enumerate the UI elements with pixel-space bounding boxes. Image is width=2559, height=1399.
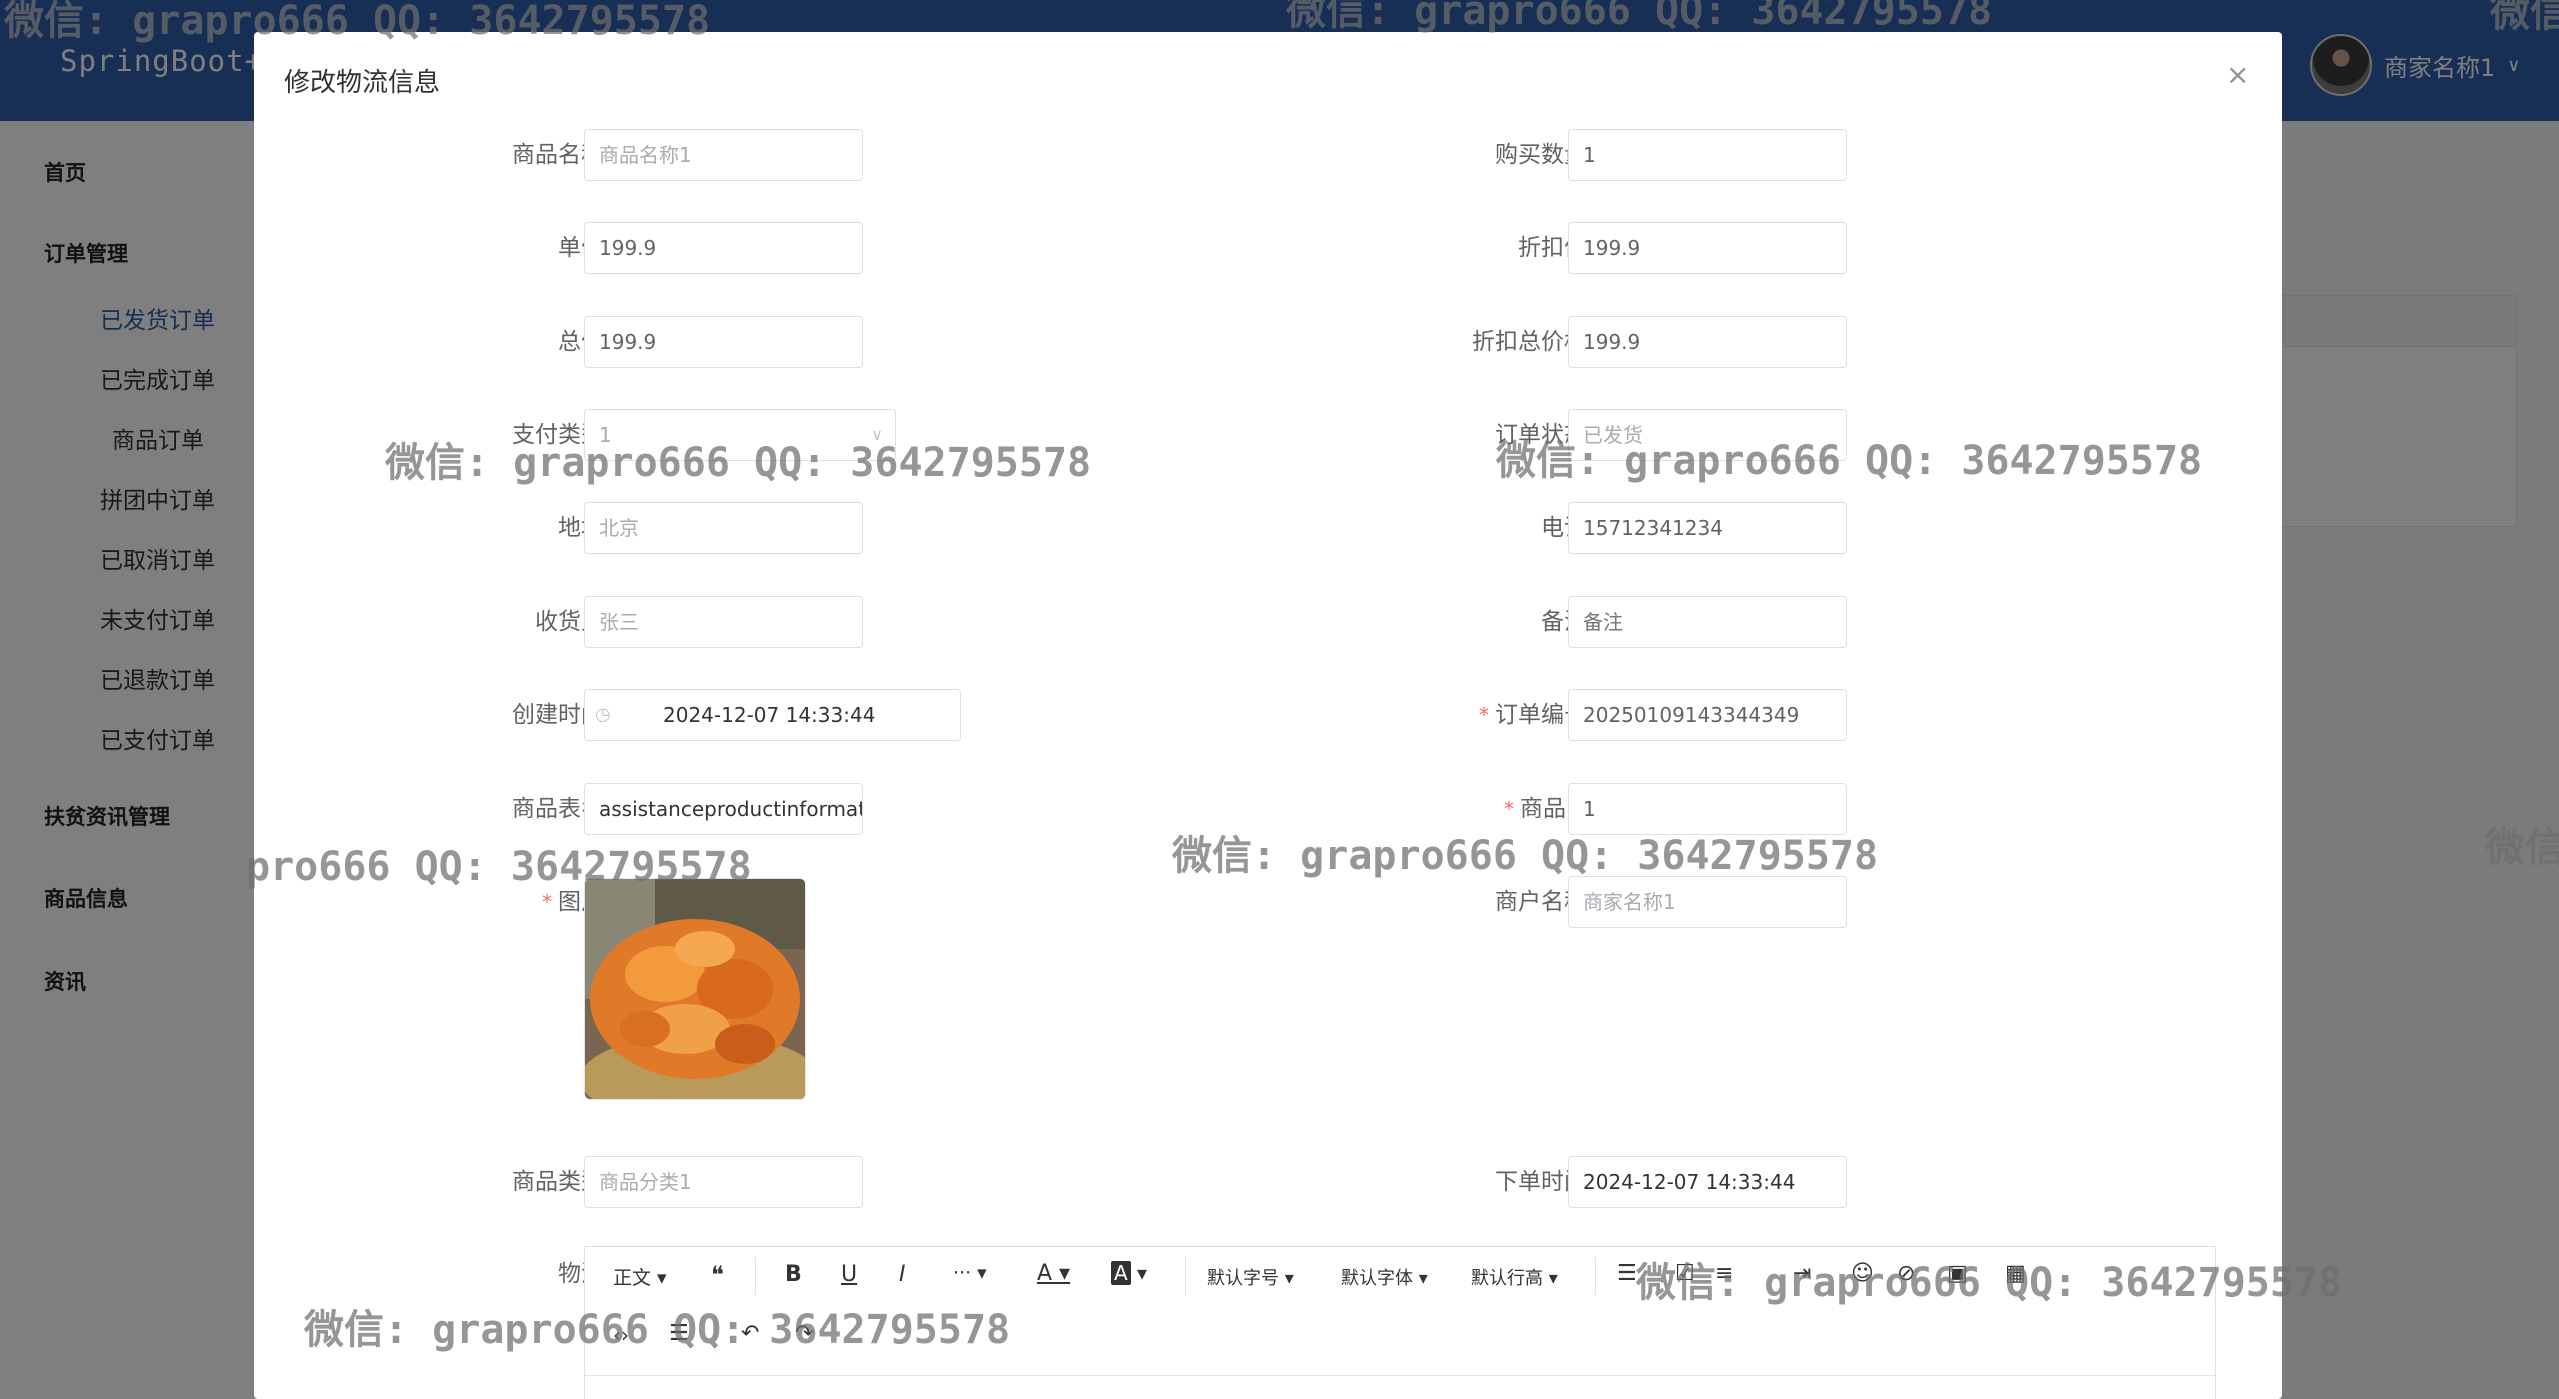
order-time-input[interactable]: 2024-12-07 14:33:44: [1568, 1156, 1847, 1208]
label-logistics: 物流: [558, 1261, 604, 1287]
required-mark: *: [1504, 797, 1514, 821]
order-status-input[interactable]: 已发货: [1568, 409, 1847, 461]
table-name-input[interactable]: assistanceproductinformat: [584, 783, 863, 835]
label-unit-price: 单价: [558, 235, 604, 261]
label-product-name: 商品名称: [512, 142, 604, 168]
align-icon[interactable]: ≡: [1715, 1261, 1733, 1286]
chevron-down-icon: ∨: [871, 425, 883, 444]
discount-price-input[interactable]: 199.9: [1568, 222, 1847, 274]
remark-input[interactable]: [1568, 596, 1847, 648]
italic-icon[interactable]: I: [899, 1262, 906, 1287]
label-order-no: * 订单编号: [1394, 695, 1587, 729]
font-size-select[interactable]: 默认字号 ▾: [1207, 1264, 1294, 1290]
label-create-time: 创建时间: [512, 702, 604, 728]
toolbar-divider: [1185, 1257, 1186, 1295]
font-family-label: 默认字体: [1341, 1268, 1413, 1289]
font-size-label: 默认字号: [1207, 1268, 1279, 1289]
undo-icon[interactable]: ↶: [741, 1321, 759, 1346]
close-icon[interactable]: ×: [2226, 58, 2249, 91]
toolbar-divider: [755, 1257, 756, 1295]
paragraph-label: 正文: [613, 1267, 652, 1289]
more-label: ···: [953, 1262, 972, 1284]
receiver-input[interactable]: 张三: [584, 596, 863, 648]
label-discount-price: 折扣价: [1518, 235, 1587, 261]
label-total-price: 总价: [558, 329, 604, 355]
product-image[interactable]: [584, 878, 806, 1100]
bold-icon[interactable]: B: [785, 1262, 802, 1287]
code-icon[interactable]: ‹›: [613, 1323, 629, 1347]
line-height-select[interactable]: 默认行高 ▾: [1471, 1264, 1558, 1290]
bg-color-icon[interactable]: A ▾: [1111, 1261, 1147, 1285]
emoji-icon[interactable]: ☺: [1851, 1261, 1874, 1286]
required-mark: *: [1479, 703, 1489, 727]
label-address: 地址: [558, 515, 604, 541]
font-color-label: A: [1037, 1261, 1053, 1286]
bullet-list-icon[interactable]: ☰: [1617, 1261, 1637, 1286]
label-phone: 电话: [1541, 515, 1587, 541]
label-order-status: 订单状态: [1495, 422, 1587, 448]
label-product-type: 商品类型: [512, 1169, 604, 1195]
required-mark: *: [542, 890, 552, 914]
image-icon[interactable]: ▣: [1947, 1261, 1968, 1286]
todo-icon[interactable]: ☑: [1675, 1261, 1695, 1286]
edit-logistics-dialog: 修改物流信息 × 商品名称 商品名称1 购买数量 1 单价 199.9 折扣价 …: [254, 32, 2282, 1399]
label-order-time: 下单时间: [1495, 1169, 1587, 1195]
label-pay-type: 支付类型: [512, 422, 604, 448]
paragraph-select[interactable]: 正文 ▾: [613, 1263, 667, 1290]
label-receiver: 收货人: [535, 609, 604, 635]
product-type-input[interactable]: 商品分类1: [584, 1156, 863, 1208]
merchant-name-input[interactable]: 商家名称1: [1568, 876, 1847, 928]
underline-icon[interactable]: U: [841, 1262, 857, 1287]
divider-line-icon[interactable]: ☰: [669, 1321, 689, 1346]
pay-type-select[interactable]: 1 ∨: [584, 409, 896, 461]
rich-text-editor[interactable]: 正文 ▾ ❝ B U I ··· ▾ A ▾ A ▾ 默认字号 ▾ 默认字体 ▾…: [584, 1246, 2216, 1399]
clock-icon: ◷: [595, 704, 611, 725]
create-time-value: 2024-12-07 14:33:44: [663, 703, 876, 727]
quote-icon[interactable]: ❝: [711, 1261, 724, 1289]
font-color-icon[interactable]: A ▾: [1037, 1261, 1070, 1286]
editor-divider: [585, 1375, 2215, 1376]
toolbar-divider: [715, 1315, 716, 1353]
quantity-input[interactable]: 1: [1568, 129, 1847, 181]
discount-total-input[interactable]: 199.9: [1568, 316, 1847, 368]
product-id-input[interactable]: 1: [1568, 783, 1847, 835]
label-product-id: * 商品id: [1394, 789, 1587, 823]
pay-type-value: 1: [599, 423, 612, 447]
line-height-label: 默认行高: [1471, 1268, 1543, 1289]
label-remark: 备注: [1541, 609, 1587, 635]
label-quantity: 购买数量: [1495, 142, 1587, 168]
dialog-title: 修改物流信息: [284, 68, 441, 98]
table-icon[interactable]: ▦: [2005, 1261, 2026, 1286]
address-input[interactable]: 北京: [584, 502, 863, 554]
create-time-picker[interactable]: ◷ 2024-12-07 14:33:44: [584, 689, 961, 741]
bg-color-label: A: [1111, 1261, 1131, 1285]
indent-icon[interactable]: ⇥: [1793, 1261, 1811, 1286]
editor-toolbar: 正文 ▾ ❝ B U I ··· ▾ A ▾ A ▾ 默认字号 ▾ 默认字体 ▾…: [585, 1247, 2215, 1307]
editor-toolbar-row2: ‹› ☰ ↶ ↷: [585, 1315, 2215, 1365]
order-no-input[interactable]: 20250109143344349: [1568, 689, 1847, 741]
redo-icon[interactable]: ↷: [795, 1321, 813, 1346]
label-merchant-name: 商户名称: [1495, 889, 1587, 915]
more-icon[interactable]: ··· ▾: [953, 1262, 987, 1284]
product-name-input[interactable]: 商品名称1: [584, 129, 863, 181]
toolbar-divider: [1595, 1257, 1596, 1295]
unit-price-input[interactable]: 199.9: [584, 222, 863, 274]
label-image: * 图片: [454, 882, 604, 916]
label-table-name: 商品表名: [512, 796, 604, 822]
total-price-input[interactable]: 199.9: [584, 316, 863, 368]
link-icon[interactable]: ⊘: [1897, 1261, 1915, 1286]
phone-input[interactable]: 15712341234: [1568, 502, 1847, 554]
label-discount-total: 折扣总价格: [1472, 329, 1587, 355]
font-family-select[interactable]: 默认字体 ▾: [1341, 1264, 1428, 1290]
